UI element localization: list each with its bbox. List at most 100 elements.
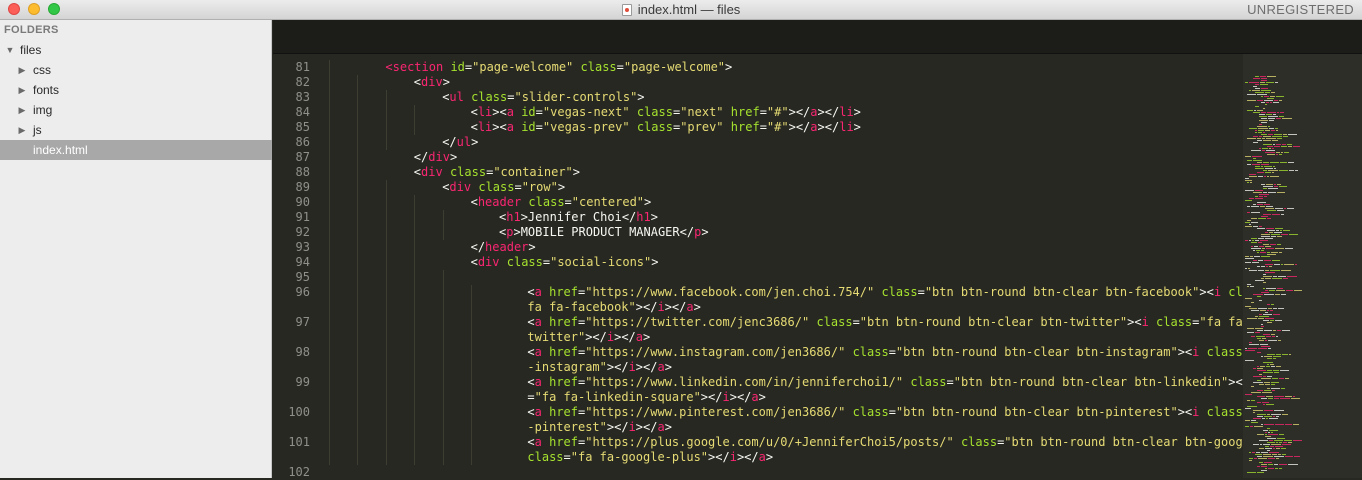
code-text: </div> [414,150,457,165]
sidebar-folder-js[interactable]: ▶ js [0,120,272,140]
code-token: > [471,135,479,149]
code-token: < [527,435,535,449]
code-token: > [442,75,450,89]
code-line[interactable]: 94 <div class="social-icons"> [273,255,1243,270]
minimap-mark [1254,110,1256,111]
minimap-mark [1245,200,1252,201]
minimap-mark [1279,442,1282,443]
code-text: -pinterest"></i></a> [527,420,672,435]
minimap-mark [1263,430,1268,431]
disclosure-collapsed-icon[interactable]: ▶ [17,80,27,100]
minimap-mark [1268,170,1278,171]
minimap-mark [1269,290,1275,291]
code-line[interactable]: 88 <div class="container"> [273,165,1243,180]
minimap-mark [1253,444,1259,445]
indent-guide [357,135,359,150]
minimap-mark [1288,464,1298,465]
minimap-mark [1255,92,1264,93]
disclosure-collapsed-icon[interactable]: ▶ [17,120,27,140]
minimap-mark [1280,398,1290,399]
code-token: a [534,405,542,419]
minimap-mark [1258,260,1263,261]
sidebar-file-index-html[interactable]: index.html [0,140,272,160]
code-line[interactable]: 87 </div> [273,150,1243,165]
code-line[interactable]: twitter"></i></a> [273,330,1243,345]
code-line[interactable]: 97 <a href = "https://twitter.com/jenc3686/… [273,315,1250,330]
code-line[interactable]: ="fa fa-linkedin-square"></i></a> [273,390,1243,405]
minimap-mark [1265,168,1273,169]
disclosure-collapsed-icon[interactable]: ▶ [17,60,27,80]
code-line[interactable]: 96 <a href = "https://www.facebook.com/jen.… [273,285,1279,300]
minimap-mark [1255,196,1258,197]
sidebar-folder-files[interactable]: ▼ files [0,40,272,60]
indent-guide [471,360,472,375]
code-token: ></ [635,360,658,374]
indent-guide [357,330,359,345]
code-token: > [557,180,566,194]
code-line[interactable]: 85 <li><a id="vegas-prev" class="prev" hr… [273,120,1243,135]
sidebar-folder-fonts[interactable]: ▶ fonts [0,80,272,100]
minimap-mark [1263,282,1266,283]
minimap-mark [1269,128,1274,129]
code-line[interactable]: 82 <div> [273,75,1243,90]
minimap-mark [1249,174,1256,175]
minimap-mark [1289,234,1298,235]
minimap-mark [1288,134,1297,135]
code-line[interactable]: 90 <header class="centered"> [273,195,1243,210]
minimap-mark [1274,464,1278,465]
minimap-mark [1276,448,1280,449]
editor-pane[interactable]: 81 <section id="page-welcome" class="page… [273,20,1362,479]
code-token: "slider-controls" [514,90,638,104]
code-line[interactable]: 91 <h1>Jennifer Choi</h1> [273,210,1243,225]
line-number: 99 [295,375,310,389]
code-line[interactable]: 81 <section id="page-welcome" class="page… [273,60,1243,75]
sidebar-folder-img[interactable]: ▶ img [0,100,272,120]
code-token: class [636,120,673,134]
code-line[interactable]: class="fa fa-google-plus"></i></a> [273,450,1243,465]
sidebar-folder-css[interactable]: ▶ css [0,60,272,80]
indent-guide [385,195,387,210]
title-bar: index.html — files UNREGISTERED [0,0,1362,20]
minimap-mark [1270,364,1274,365]
code-line[interactable]: 100 <a href = "https://www.pinterest.com/je… [273,405,1293,420]
minimap-mark [1261,466,1267,467]
code-line[interactable]: 98 <a href = "https://www.instagram.com/jen… [273,345,1293,360]
minimap-mark [1245,262,1251,263]
code-line[interactable]: 99 <a href = "https://www.linkedin.com/in/j… [273,375,1293,390]
minimap-mark [1293,396,1295,397]
minimap-mark [1288,442,1292,443]
code-text: <a href = "https://www.instagram.com/jen36… [527,345,1293,360]
code-line[interactable]: 93 </header> [273,240,1243,255]
code-token: "https://www.linkedin.com/in/jennifercho… [585,375,904,389]
minimap-mark [1269,452,1279,453]
code-token: < [470,105,478,119]
code-token: li [839,105,854,119]
code-line[interactable]: 95 [273,270,1243,285]
code-line[interactable]: 92 <p>MOBILE PRODUCT MANAGER</p> [273,225,1243,240]
code-token: = [852,315,860,329]
code-line[interactable]: -pinterest"></i></a> [273,420,1243,435]
code-token: = [917,285,925,299]
indent-guide [442,210,444,225]
code-line[interactable]: 83 <ul class="slider-controls"> [273,90,1243,105]
minimap-mark [1277,330,1281,331]
code-line[interactable]: fa fa-facebook"></i></a> [273,300,1243,315]
minimap[interactable] [1243,54,1362,478]
code-line[interactable]: 86 </ul> [273,135,1243,150]
code-text: <p>MOBILE PRODUCT MANAGER</p> [499,225,709,240]
disclosure-expanded-icon[interactable]: ▼ [5,40,15,60]
code-line[interactable]: 89 <div class="row"> [273,180,1243,195]
disclosure-collapsed-icon[interactable]: ▶ [17,100,27,120]
code-token: "row" [521,180,558,194]
code-token: ></ [635,420,658,434]
code-token: a [534,285,542,299]
minimap-mark [1245,268,1247,269]
minimap-mark [1265,152,1275,153]
minimap-mark [1270,320,1274,321]
code-line[interactable]: 101 <a href="https://plus.google.com/u/0/… [273,435,1286,450]
code-line[interactable]: 84 <li><a id="vegas-next" class="next" hr… [273,105,1243,120]
code-text: <ul class="slider-controls"> [442,90,644,105]
code-line[interactable]: -instagram"></i></a> [273,360,1243,375]
minimap-mark [1268,398,1273,399]
code-token: < [413,165,422,179]
